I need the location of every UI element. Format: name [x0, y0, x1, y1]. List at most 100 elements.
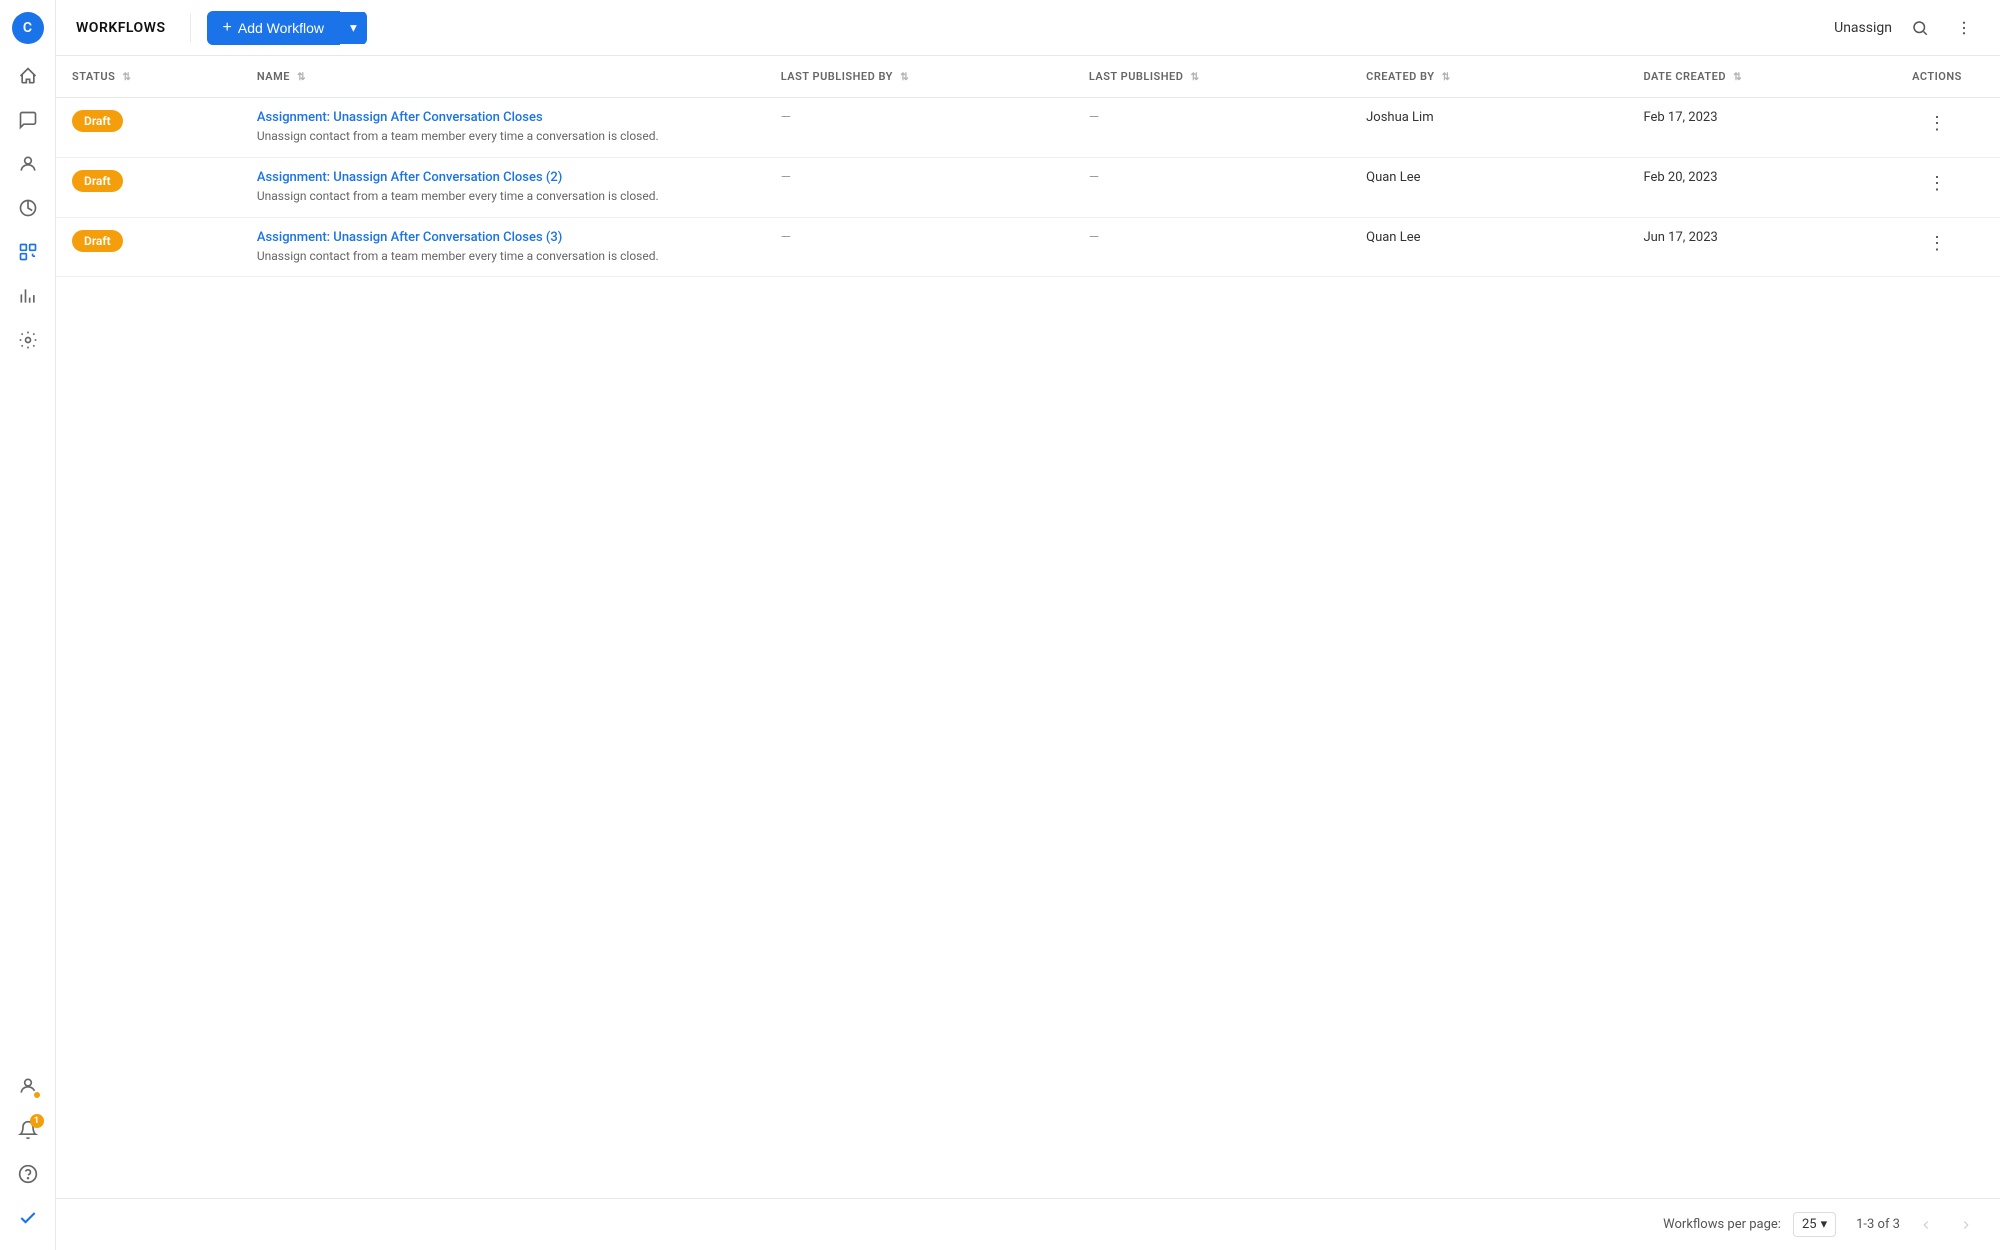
cell-date-created-0: Feb 17, 2023: [1627, 98, 1874, 158]
last-pub-by-value-2: —: [781, 230, 791, 245]
add-workflow-label: Add Workflow: [238, 20, 324, 36]
cell-actions-2: ⋮: [1874, 217, 2000, 277]
col-header-status[interactable]: STATUS ⇅: [56, 56, 241, 98]
nav-settings[interactable]: [8, 320, 48, 360]
status-badge-2: Draft: [72, 230, 123, 252]
cell-created-by-0: Joshua Lim: [1350, 98, 1627, 158]
cell-actions-1: ⋮: [1874, 157, 2000, 217]
col-header-actions: ACTIONS: [1874, 56, 2000, 98]
row-actions-button-2[interactable]: ⋮: [1920, 230, 1954, 256]
cell-last-pub-1: —: [1073, 157, 1350, 217]
nav-analytics[interactable]: [8, 276, 48, 316]
cell-status-0: Draft: [56, 98, 241, 158]
sort-icon-name: ⇅: [297, 72, 306, 83]
sort-icon-status: ⇅: [123, 72, 132, 83]
table-footer: Workflows per page: 25 ▾ 1-3 of 3: [56, 1198, 2000, 1250]
cell-name-1: Assignment: Unassign After Conversation …: [241, 157, 765, 217]
col-header-name[interactable]: NAME ⇅: [241, 56, 765, 98]
pagination-prev-button[interactable]: [1912, 1211, 1940, 1239]
cell-last-pub-by-2: —: [765, 217, 1073, 277]
cell-name-2: Assignment: Unassign After Conversation …: [241, 217, 765, 277]
search-button[interactable]: [1904, 12, 1936, 44]
date-created-value-2: Jun 17, 2023: [1643, 230, 1717, 245]
notification-badge: 1: [30, 1114, 44, 1128]
add-workflow-main-button[interactable]: + Add Workflow: [207, 11, 340, 45]
nav-workflows[interactable]: [8, 232, 48, 272]
cell-last-pub-0: —: [1073, 98, 1350, 158]
col-header-created-by[interactable]: CREATED BY ⇅: [1350, 56, 1627, 98]
workflow-name-link-0[interactable]: Assignment: Unassign After Conversation …: [257, 110, 543, 125]
nav-reports[interactable]: [8, 188, 48, 228]
topbar-divider: [190, 14, 191, 42]
pagination-next-button[interactable]: [1952, 1211, 1980, 1239]
table-header-row: STATUS ⇅ NAME ⇅ LAST PUBLISHED BY ⇅ LAST…: [56, 56, 2000, 98]
date-created-value-1: Feb 20, 2023: [1643, 170, 1717, 185]
workflow-name-link-1[interactable]: Assignment: Unassign After Conversation …: [257, 170, 562, 185]
table-row: Draft Assignment: Unassign After Convers…: [56, 217, 2000, 277]
col-header-date-created[interactable]: DATE CREATED ⇅: [1627, 56, 1874, 98]
sidebar: C 1: [0, 0, 56, 1250]
col-header-last-published-by[interactable]: LAST PUBLISHED BY ⇅: [765, 56, 1073, 98]
status-badge-0: Draft: [72, 110, 123, 132]
last-pub-value-0: —: [1089, 110, 1099, 125]
add-workflow-dropdown-button[interactable]: ▾: [340, 12, 367, 44]
sort-icon-last-pub: ⇅: [1191, 72, 1200, 83]
date-created-value-0: Feb 17, 2023: [1643, 110, 1717, 125]
nav-notifications[interactable]: 1: [8, 1110, 48, 1150]
cell-last-pub-by-0: —: [765, 98, 1073, 158]
status-badge-1: Draft: [72, 170, 123, 192]
more-options-button[interactable]: [1948, 12, 1980, 44]
cell-actions-0: ⋮: [1874, 98, 2000, 158]
per-page-select[interactable]: 25 ▾: [1793, 1212, 1836, 1237]
add-workflow-button-group: + Add Workflow ▾: [207, 11, 367, 45]
cell-last-pub-2: —: [1073, 217, 1350, 277]
col-header-last-published[interactable]: LAST PUBLISHED ⇅: [1073, 56, 1350, 98]
workflow-name-link-2[interactable]: Assignment: Unassign After Conversation …: [257, 230, 562, 245]
cell-date-created-2: Jun 17, 2023: [1627, 217, 1874, 277]
cell-date-created-1: Feb 20, 2023: [1627, 157, 1874, 217]
cell-created-by-1: Quan Lee: [1350, 157, 1627, 217]
nav-contacts[interactable]: [8, 144, 48, 184]
status-dot: [32, 1090, 42, 1100]
created-by-value-1: Quan Lee: [1366, 170, 1420, 185]
table-body: Draft Assignment: Unassign After Convers…: [56, 98, 2000, 277]
workflow-desc-1: Unassign contact from a team member ever…: [257, 188, 749, 205]
sort-icon-date-created: ⇅: [1733, 72, 1742, 83]
avatar[interactable]: C: [12, 12, 44, 44]
topbar: WORKFLOWS + Add Workflow ▾ Unassign: [56, 0, 2000, 56]
workflows-table: STATUS ⇅ NAME ⇅ LAST PUBLISHED BY ⇅ LAST…: [56, 56, 2000, 277]
cell-name-0: Assignment: Unassign After Conversation …: [241, 98, 765, 158]
unassign-label: Unassign: [1834, 20, 1892, 36]
last-pub-value-2: —: [1089, 230, 1099, 245]
row-actions-button-0[interactable]: ⋮: [1920, 110, 1954, 136]
sort-icon-last-pub-by: ⇅: [900, 72, 909, 83]
last-pub-by-value-1: —: [781, 170, 791, 185]
last-pub-value-1: —: [1089, 170, 1099, 185]
cell-status-2: Draft: [56, 217, 241, 277]
nav-conversations[interactable]: [8, 100, 48, 140]
main-content: WORKFLOWS + Add Workflow ▾ Unassign: [56, 0, 2000, 1250]
pagination-info: 1-3 of 3: [1856, 1217, 1900, 1232]
workflow-desc-0: Unassign contact from a team member ever…: [257, 128, 749, 145]
per-page-chevron: ▾: [1821, 1217, 1828, 1232]
chevron-down-icon: ▾: [350, 20, 357, 36]
sort-icon-created-by: ⇅: [1442, 72, 1451, 83]
row-actions-button-1[interactable]: ⋮: [1920, 170, 1954, 196]
nav-user-status[interactable]: [8, 1066, 48, 1106]
topbar-right: Unassign: [1834, 12, 1980, 44]
created-by-value-2: Quan Lee: [1366, 230, 1420, 245]
table-row: Draft Assignment: Unassign After Convers…: [56, 157, 2000, 217]
nav-home[interactable]: [8, 56, 48, 96]
page-title: WORKFLOWS: [76, 20, 166, 36]
sidebar-bottom: 1: [8, 1066, 48, 1238]
nav-checkmark[interactable]: [8, 1198, 48, 1238]
workflows-table-container: STATUS ⇅ NAME ⇅ LAST PUBLISHED BY ⇅ LAST…: [56, 56, 2000, 1198]
plus-icon: +: [223, 19, 232, 37]
table-row: Draft Assignment: Unassign After Convers…: [56, 98, 2000, 158]
nav-help[interactable]: [8, 1154, 48, 1194]
workflow-desc-2: Unassign contact from a team member ever…: [257, 248, 749, 265]
cell-created-by-2: Quan Lee: [1350, 217, 1627, 277]
per-page-value: 25: [1802, 1217, 1817, 1232]
cell-last-pub-by-1: —: [765, 157, 1073, 217]
cell-status-1: Draft: [56, 157, 241, 217]
